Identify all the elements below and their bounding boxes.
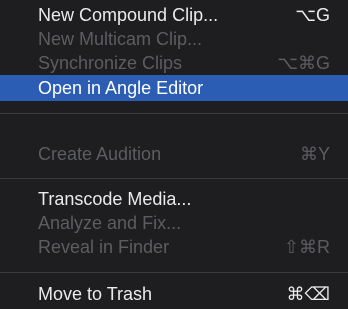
- menu-item-label: Reveal in Finder: [38, 237, 170, 257]
- menu-item-transcode-media[interactable]: Transcode Media...: [0, 187, 348, 211]
- menu-item-analyze-and-fix[interactable]: Analyze and Fix...: [0, 211, 348, 235]
- menu-item-label: Synchronize Clips: [38, 53, 183, 73]
- keyboard-shortcut: ⌘⌫: [286, 284, 330, 304]
- keyboard-shortcut: ⌥⌘G: [277, 53, 330, 73]
- menu-item-create-audition[interactable]: Create Audition ⌘Y: [0, 142, 348, 166]
- keyboard-shortcut: ⌥G: [295, 5, 330, 25]
- menu-item-label: New Compound Clip...: [38, 5, 219, 25]
- menu-item-new-compound-clip[interactable]: New Compound Clip... ⌥G: [0, 3, 348, 27]
- menu-item-move-to-trash[interactable]: Move to Trash ⌘⌫: [0, 282, 348, 306]
- menu-item-reveal-in-finder[interactable]: Reveal in Finder ⇧⌘R: [0, 235, 348, 259]
- menu-item-new-multicam-clip[interactable]: New Multicam Clip...: [0, 27, 348, 51]
- menu-item-synchronize-clips[interactable]: Synchronize Clips ⌥⌘G: [0, 51, 348, 75]
- keyboard-shortcut: ⌘Y: [299, 144, 330, 164]
- menu-item-open-in-angle-editor[interactable]: Open in Angle Editor: [0, 75, 348, 101]
- menu-item-label: Open in Angle Editor: [38, 78, 204, 98]
- menu-separator: [0, 113, 348, 114]
- menu-item-label: Create Audition: [38, 144, 162, 164]
- menu-item-label: Transcode Media...: [38, 189, 192, 209]
- menu-item-label: Analyze and Fix...: [38, 213, 182, 233]
- menu-separator: [0, 272, 348, 273]
- menu-item-label: Move to Trash: [38, 284, 153, 304]
- context-menu: New Compound Clip... ⌥G New Multicam Cli…: [0, 0, 348, 309]
- menu-separator: [0, 178, 348, 179]
- menu-item-label: New Multicam Clip...: [38, 29, 203, 49]
- keyboard-shortcut: ⇧⌘R: [283, 237, 330, 257]
